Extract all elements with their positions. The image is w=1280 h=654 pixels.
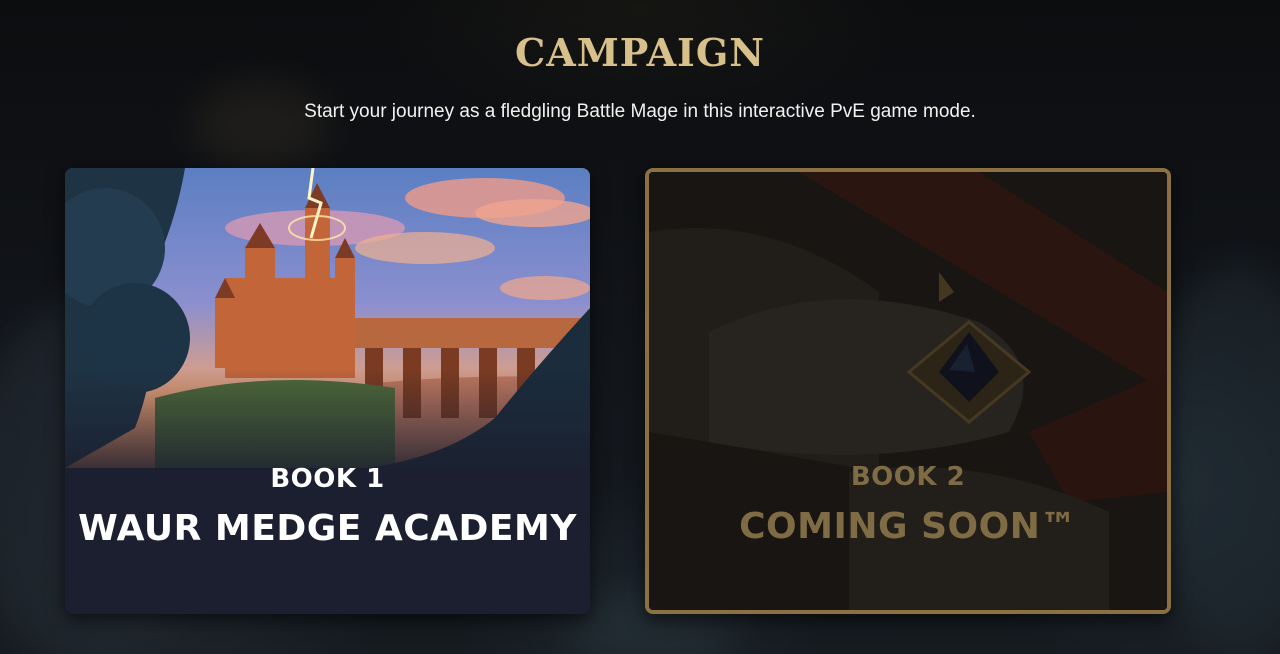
book-2-title: COMING SOON™ (739, 506, 1077, 547)
campaign-page: CAMPAIGN Start your journey as a fledgli… (0, 0, 1280, 654)
book-2-number: BOOK 2 (850, 462, 966, 492)
book-1-number: BOOK 1 (270, 464, 385, 494)
book-1-title: WAUR MEDGE ACADEMY (78, 508, 577, 549)
book-2-card: BOOK 2 COMING SOON™ (645, 168, 1171, 614)
page-subtitle: Start your journey as a fledgling Battle… (304, 101, 976, 122)
background-rock-top (190, 80, 330, 170)
page-title: CAMPAIGN (514, 30, 766, 75)
book-1-card[interactable]: BOOK 1 WAUR MEDGE ACADEMY (65, 168, 590, 614)
